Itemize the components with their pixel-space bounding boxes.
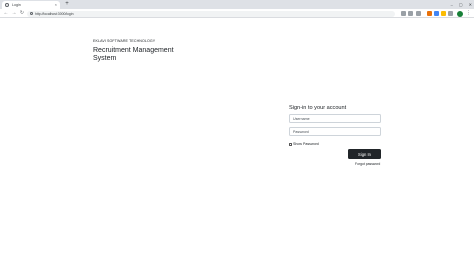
share-icon[interactable] [408,11,413,16]
signin-heading: Sign-in to your account [289,105,347,111]
address-url: http://localhost:3000/login [35,11,74,16]
close-window-button[interactable]: ✕ [469,1,472,8]
company-name: EKLAVI SOFTWARE TECHNOLOGY [93,39,156,43]
maximize-button[interactable]: ▢ [459,1,463,8]
extension-icon[interactable] [427,11,432,16]
sign-in-button[interactable]: Sign In [348,149,381,159]
close-tab-icon[interactable]: × [55,2,57,8]
extension-icon[interactable] [434,11,439,16]
globe-icon [5,3,9,7]
back-button[interactable]: ← [3,10,9,17]
profile-avatar[interactable] [457,10,463,17]
browser-menu-icon[interactable]: ⋮ [466,10,471,17]
site-info-icon[interactable] [30,12,33,15]
tab-title: Login [12,3,21,7]
minimize-button[interactable]: – [451,1,453,8]
app-title: Recruitment Management System [93,47,174,62]
address-bar[interactable]: http://localhost:3000/login [27,10,395,17]
new-tab-button[interactable]: + [64,1,70,8]
reload-button[interactable]: ↻ [19,10,25,17]
show-password-label: Show Password [293,142,319,146]
username-input[interactable] [289,114,381,123]
bookmark-icon[interactable] [416,11,421,16]
extensions-puzzle-icon[interactable] [448,11,453,16]
show-password-toggle[interactable]: Show Password [289,142,319,146]
zoom-icon[interactable] [401,11,406,16]
password-input[interactable] [289,127,381,136]
forgot-password-link[interactable]: Forgot password [355,162,380,166]
show-password-checkbox[interactable] [289,142,292,146]
browser-toolbar: ← → ↻ http://localhost:3000/login ⋮ [0,9,474,18]
extension-icon[interactable] [441,11,446,16]
browser-tab-login[interactable]: Login × [2,1,60,9]
window-controls: – ▢ ✕ [451,1,472,8]
browser-tabstrip: Login × + – ▢ ✕ [0,0,474,9]
forward-button[interactable]: → [11,10,17,17]
